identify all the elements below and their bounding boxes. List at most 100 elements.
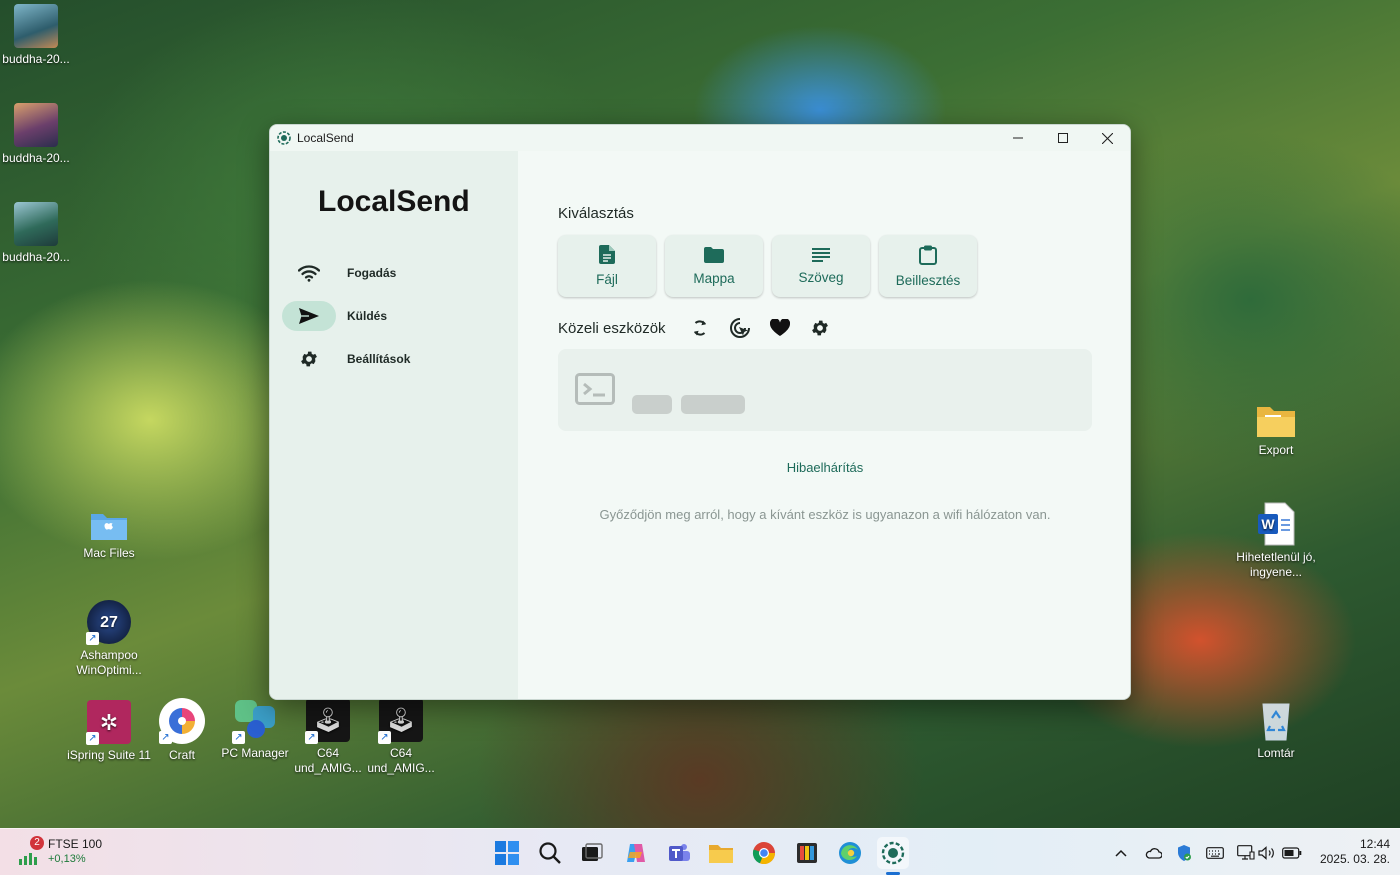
close-button[interactable]	[1085, 125, 1130, 151]
minimize-button[interactable]	[995, 125, 1040, 151]
tray-onedrive[interactable]	[1143, 843, 1163, 863]
selection-title: Kiválasztás	[558, 205, 634, 222]
nav-item-send[interactable]: Küldés	[282, 300, 506, 332]
nav-item-settings[interactable]: Beállítások	[282, 343, 506, 375]
clock-date: 2025. 03. 28.	[1319, 852, 1390, 866]
task-view-button[interactable]	[576, 837, 608, 869]
sidebar: LocalSend Fogadás Küldés Beállítások	[270, 151, 518, 699]
taskbar-clock[interactable]: 12:44 2025. 03. 28.	[1310, 837, 1390, 867]
taskbar-copilot[interactable]	[620, 837, 652, 869]
keyboard-icon	[1206, 847, 1224, 859]
selection-tiles: Fájl Mappa Szöveg Beillesztés	[558, 235, 977, 297]
window-titlebar[interactable]: LocalSend	[270, 125, 1130, 151]
teams-icon	[669, 844, 690, 861]
tray-security[interactable]	[1174, 843, 1194, 863]
start-button[interactable]	[491, 837, 523, 869]
desktop-icon-label: Mac Files	[83, 546, 135, 560]
localsend-logo-icon	[881, 841, 905, 865]
nav-item-label: Beállítások	[347, 352, 411, 366]
taskbar-search-button[interactable]	[534, 837, 566, 869]
image-thumbnail	[14, 202, 58, 246]
shield-icon	[1178, 845, 1191, 861]
nav-item-receive[interactable]: Fogadás	[282, 257, 506, 289]
desktop-icon-export[interactable]: Export	[1231, 403, 1321, 458]
pc-manager-shape-c	[247, 720, 265, 738]
refresh-button[interactable]	[689, 317, 711, 339]
favorites-button[interactable]	[769, 317, 791, 339]
search-icon	[539, 842, 561, 864]
recycle-bin-icon	[1258, 698, 1294, 742]
window-title: LocalSend	[297, 131, 354, 145]
network-monitor-icon	[1237, 845, 1255, 860]
cloud-icon	[1145, 848, 1162, 859]
tile-label: Fájl	[596, 272, 618, 287]
chevron-up-icon	[1115, 849, 1127, 857]
shortcut-arrow-icon: ↗	[232, 731, 245, 744]
tile-file[interactable]: Fájl	[558, 235, 656, 297]
image-thumbnail	[14, 103, 58, 147]
task-view-icon	[582, 843, 603, 861]
device-placeholder-card	[558, 349, 1092, 431]
taskbar-app-gallery[interactable]	[791, 837, 823, 869]
nearby-settings-button[interactable]	[809, 317, 831, 339]
desktop-icon-recycle-bin[interactable]: Lomtár	[1231, 698, 1321, 761]
window-controls	[995, 125, 1130, 151]
desktop-icon-label: Lomtár	[1257, 746, 1295, 760]
tile-folder[interactable]: Mappa	[665, 235, 763, 297]
tray-overflow-button[interactable]	[1111, 843, 1131, 863]
heart-icon	[770, 319, 790, 336]
refresh-icon	[694, 320, 706, 336]
tile-paste[interactable]: Beillesztés	[879, 235, 977, 297]
desktop-icon-label: Hihetetlenül jó, ingyene...	[1236, 550, 1316, 579]
gear-icon	[812, 320, 828, 336]
desktop-icon-ashampoo[interactable]: 27 ↗ Ashampoo WinOptimi...	[64, 600, 154, 678]
folder-icon	[709, 845, 733, 863]
desktop-icon-buddha-2[interactable]: buddha-20...	[0, 103, 81, 166]
taskbar-chrome[interactable]	[748, 837, 780, 869]
folder-icon	[89, 508, 129, 542]
scan-target-button[interactable]	[729, 317, 751, 339]
desktop-icon-buddha-1[interactable]: buddha-20...	[0, 4, 81, 67]
widget-title: FTSE 100	[48, 837, 103, 851]
folder-icon	[1255, 403, 1297, 439]
desktop-icon-mac-files[interactable]: Mac Files	[64, 502, 154, 561]
wifi-hint-text: Győződjön meg arról, hogy a kívánt eszkö…	[599, 507, 1051, 522]
shortcut-arrow-icon: ↗	[86, 632, 99, 645]
tray-network[interactable]	[1236, 843, 1256, 863]
desktop-icon-word-doc[interactable]: W Hihetetlenül jó, ingyene...	[1231, 502, 1321, 580]
desktop-icon-label: Ashampoo WinOptimi...	[76, 648, 142, 677]
tray-battery[interactable]	[1282, 843, 1302, 863]
speaker-icon	[1258, 846, 1274, 860]
terminal-icon	[575, 373, 615, 405]
troubleshoot-link[interactable]: Hibaelhárítás	[518, 460, 1130, 475]
app-brand-title: LocalSend	[318, 185, 470, 218]
desktop-icon-label: Export	[1258, 443, 1294, 457]
svg-text:W: W	[1261, 516, 1275, 532]
taskbar-localsend[interactable]	[877, 837, 909, 869]
tray-volume[interactable]	[1257, 843, 1277, 863]
copilot-icon	[627, 844, 645, 862]
tray-keyboard[interactable]	[1205, 843, 1225, 863]
taskbar-file-explorer[interactable]	[705, 837, 737, 869]
desktop-icon-buddha-3[interactable]: buddha-20...	[0, 202, 81, 265]
edge-icon	[839, 842, 861, 864]
folder-icon	[704, 246, 724, 263]
skeleton-placeholder	[681, 395, 745, 414]
tile-label: Mappa	[693, 270, 735, 286]
tile-label: Beillesztés	[895, 272, 961, 288]
taskbar-edge[interactable]	[834, 837, 866, 869]
taskbar-teams[interactable]	[663, 837, 695, 869]
ashampoo-badge: 27	[100, 613, 118, 631]
desktop-icon-label: C64 und_AMIG...	[367, 746, 435, 775]
maximize-button[interactable]	[1040, 125, 1085, 151]
shortcut-arrow-icon: ↗	[378, 731, 391, 744]
tile-text[interactable]: Szöveg	[772, 235, 870, 297]
nearby-toolbar	[689, 317, 831, 339]
close-icon	[1102, 132, 1113, 144]
word-document-icon: W	[1257, 502, 1295, 546]
stock-widget[interactable]: 2 FTSE 100 +0,13%	[18, 836, 128, 870]
target-cursor-icon	[730, 318, 750, 338]
tile-label: Szöveg	[798, 269, 844, 285]
desktop-icon-c64-2[interactable]: 🕹 ↗ C64 und_AMIG...	[356, 698, 446, 776]
nav-item-label: Fogadás	[347, 266, 397, 280]
